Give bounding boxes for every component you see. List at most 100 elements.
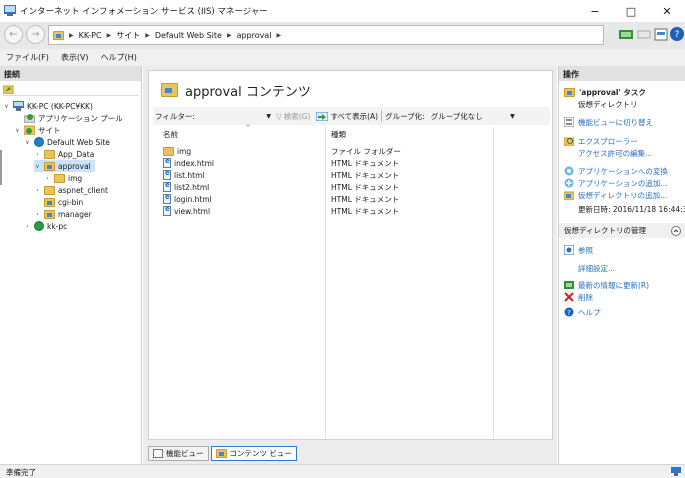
back-button[interactable]: ← bbox=[4, 25, 23, 44]
expand-toggle-icon[interactable]: › bbox=[44, 175, 51, 182]
file-name: index.html bbox=[174, 158, 214, 168]
file-row[interactable]: list.html HTML ドキュメント bbox=[163, 169, 451, 181]
help-icon[interactable]: ? bbox=[669, 26, 685, 42]
show-all-label: すべて表示(A) bbox=[330, 111, 379, 121]
tree-item-cgi-bin[interactable]: cgi-bin bbox=[34, 196, 83, 208]
expand-toggle-icon[interactable]: › bbox=[34, 151, 41, 158]
task-subtitle: 仮想ディレクトリ bbox=[578, 99, 638, 109]
website-globe-icon bbox=[34, 137, 44, 147]
tree-item-kk-pc[interactable]: › kk-pc bbox=[24, 220, 67, 232]
expand-toggle-icon[interactable]: ∨ bbox=[14, 127, 21, 134]
tree-item-app-data[interactable]: › App_Data bbox=[34, 148, 94, 160]
file-row[interactable]: login.html HTML ドキュメント bbox=[163, 193, 451, 205]
tree-item-app-pools[interactable]: アプリケーション プール bbox=[14, 112, 123, 124]
menu-view[interactable]: 表示(V) bbox=[61, 52, 89, 63]
file-row[interactable]: view.html HTML ドキュメント bbox=[163, 205, 451, 217]
tree-item-default-web-site[interactable]: ∨ Default Web Site bbox=[24, 136, 110, 148]
action-add-application[interactable]: アプリケーションの追加... bbox=[559, 177, 685, 189]
tree-item-manager[interactable]: › manager bbox=[34, 208, 92, 220]
close-button[interactable]: ✕ bbox=[649, 0, 685, 22]
browse-icon bbox=[564, 245, 574, 255]
action-label: 最新の情報に更新(R) bbox=[578, 280, 650, 290]
action-delete[interactable]: 削除 bbox=[559, 291, 685, 303]
action-advanced-settings[interactable]: 詳細設定... bbox=[559, 262, 685, 274]
action-help[interactable]: ? ヘルプ bbox=[559, 306, 685, 318]
menu-help[interactable]: ヘルプ(H) bbox=[101, 52, 137, 63]
action-convert-to-app[interactable]: アプリケーションへの変換 bbox=[559, 165, 685, 177]
action-label: アクセス許可の編集... bbox=[578, 148, 653, 158]
file-name: list2.html bbox=[174, 182, 210, 192]
search-button[interactable]: ▽ 検索(G) bbox=[273, 111, 313, 122]
minimize-button[interactable]: − bbox=[577, 0, 613, 22]
address-field[interactable]: ▶ KK-PC ▶ サイト ▶ Default Web Site ▶ appro… bbox=[48, 25, 604, 45]
menu-file[interactable]: ファイル(F) bbox=[6, 52, 49, 63]
expand-toggle-icon[interactable]: › bbox=[34, 211, 41, 218]
network-status-icon bbox=[671, 467, 681, 476]
crumb-separator-icon: ▶ bbox=[69, 31, 74, 39]
collapse-icon[interactable] bbox=[671, 225, 681, 236]
website-globe-icon bbox=[34, 221, 44, 231]
home-icon[interactable] bbox=[653, 26, 669, 42]
tab-features-view[interactable]: 機能ビュー bbox=[148, 446, 209, 461]
action-edit-permissions[interactable]: アクセス許可の編集... bbox=[559, 147, 685, 159]
tree-item-approval[interactable]: ∨ approval bbox=[34, 160, 95, 172]
splitter-handle[interactable] bbox=[0, 150, 2, 185]
filter-dropdown-icon[interactable]: ▼ bbox=[266, 113, 271, 120]
svg-text:?: ? bbox=[567, 309, 571, 317]
tree-item-sites[interactable]: ∨ サイト bbox=[14, 124, 61, 136]
action-add-virtual-directory[interactable]: 仮想ディレクトリの追加... bbox=[559, 189, 685, 201]
show-all-button[interactable]: すべて表示(A) bbox=[313, 111, 381, 122]
file-row[interactable]: index.html HTML ドキュメント bbox=[163, 157, 451, 169]
breadcrumb-item[interactable]: approval bbox=[237, 31, 272, 40]
view-tabs: 機能ビュー コンテンツ ビュー bbox=[148, 446, 297, 461]
action-browse[interactable]: 参照 bbox=[559, 244, 685, 256]
action-explorer[interactable]: エクスプローラー bbox=[559, 135, 685, 147]
tree-item-label: aspnet_client bbox=[58, 185, 108, 195]
expand-toggle-icon[interactable]: › bbox=[24, 223, 31, 230]
breadcrumb-item[interactable]: Default Web Site bbox=[155, 31, 222, 40]
virtual-directory-icon bbox=[161, 83, 178, 97]
folder-icon bbox=[163, 146, 174, 156]
tree-item-label: img bbox=[68, 173, 83, 183]
crumb-separator-icon: ▶ bbox=[226, 31, 232, 39]
folder-icon bbox=[44, 149, 55, 159]
group-by-select[interactable]: グループ化なし ▼ bbox=[428, 111, 518, 122]
file-type: HTML ドキュメント bbox=[331, 170, 400, 180]
folder-icon bbox=[54, 173, 65, 183]
stop-icon[interactable] bbox=[636, 26, 652, 42]
tree-item-label: kk-pc bbox=[47, 221, 68, 231]
action-refresh[interactable]: 最新の情報に更新(R) bbox=[559, 279, 685, 291]
iis-app-icon bbox=[4, 5, 16, 16]
svg-text:?: ? bbox=[675, 30, 680, 40]
connect-icon[interactable] bbox=[618, 26, 634, 42]
file-type: ファイル フォルダー bbox=[331, 146, 401, 156]
content-view: approval コンテンツ フィルター: ▼ ▽ 検索(G) すべて表示(A)… bbox=[148, 70, 553, 440]
column-header-name[interactable]: 名前 bbox=[163, 129, 178, 140]
page-title: approval コンテンツ bbox=[185, 85, 311, 100]
file-row[interactable]: list2.html HTML ドキュメント bbox=[163, 181, 451, 193]
tree-item-aspnet-client[interactable]: › aspnet_client bbox=[34, 184, 108, 196]
folder-icon bbox=[44, 185, 55, 195]
breadcrumb-item[interactable]: KK-PC bbox=[79, 31, 102, 40]
breadcrumb-item[interactable]: サイト bbox=[116, 30, 140, 41]
vdir-group-header[interactable]: 仮想ディレクトリの管理 bbox=[559, 223, 685, 238]
server-icon bbox=[13, 101, 24, 111]
create-connection-icon[interactable] bbox=[3, 84, 14, 94]
app-pool-icon bbox=[24, 114, 35, 123]
action-label: アプリケーションへの変換 bbox=[578, 166, 668, 176]
tree-item-img[interactable]: › img bbox=[44, 172, 82, 184]
expand-toggle-icon[interactable]: ∨ bbox=[34, 163, 41, 170]
expand-toggle-icon[interactable]: ∨ bbox=[24, 139, 31, 146]
forward-button[interactable]: → bbox=[26, 25, 45, 44]
expand-toggle-icon[interactable]: ∨ bbox=[3, 103, 10, 110]
tab-content-view[interactable]: コンテンツ ビュー bbox=[210, 446, 297, 461]
filter-input[interactable]: フィルター: ▼ bbox=[153, 109, 273, 123]
expand-toggle-icon[interactable]: › bbox=[34, 187, 41, 194]
column-header-type[interactable]: 種類 bbox=[331, 129, 346, 140]
back-arrow-icon: ← bbox=[9, 29, 18, 40]
action-switch-features-view[interactable]: 機能ビューに切り替え bbox=[559, 116, 685, 128]
maximize-button[interactable]: □ bbox=[613, 0, 649, 22]
tree-item-server[interactable]: ∨ KK-PC (KK-PC¥KK) bbox=[3, 100, 93, 112]
file-row[interactable]: img ファイル フォルダー bbox=[163, 145, 451, 157]
action-label: エクスプローラー bbox=[578, 136, 638, 146]
